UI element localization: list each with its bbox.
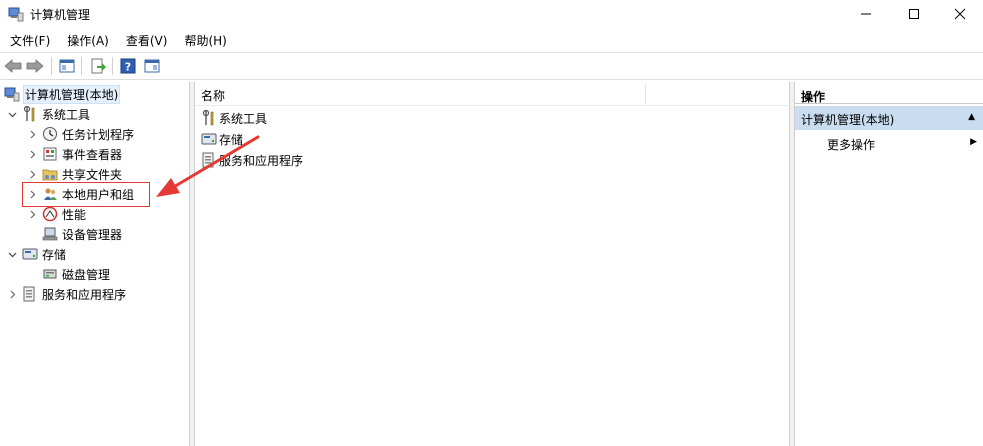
- tree-item-label: 存储: [42, 247, 67, 262]
- actions-header-label: 操作: [801, 90, 826, 104]
- close-icon: [954, 8, 966, 20]
- menu-action[interactable]: 操作(A): [57, 30, 116, 50]
- tools-icon: [202, 110, 214, 126]
- minimize-icon: [861, 13, 871, 15]
- tree-item-services-apps[interactable]: 服务和应用程序: [6, 284, 126, 304]
- actions-section-root[interactable]: 计算机管理(本地) ▲: [795, 106, 983, 130]
- toolbar: ?: [0, 52, 983, 80]
- toolbar-separator: [112, 57, 113, 75]
- annotation-highlight-box: [22, 182, 150, 207]
- title-bar: 计算机管理: [0, 0, 983, 28]
- computer-management-icon: [8, 7, 24, 22]
- more-actions-item[interactable]: 更多操作 ▶: [827, 134, 983, 154]
- chevron-right-icon[interactable]: [6, 284, 18, 304]
- action-pane-icon: [144, 59, 160, 73]
- actions-pane: 操作 计算机管理(本地) ▲ 更多操作 ▶: [794, 82, 983, 446]
- tree-item-system-tools[interactable]: 系统工具: [6, 104, 90, 124]
- disk-icon: [43, 269, 57, 279]
- tree-item-label: 共享文件夹: [62, 167, 123, 182]
- tree-item-event-viewer[interactable]: 事件查看器: [26, 144, 122, 164]
- column-header-name[interactable]: 名称: [195, 82, 791, 106]
- chevron-right-icon[interactable]: [26, 144, 38, 164]
- export-list-icon: [91, 58, 106, 74]
- back-arrow-icon: [4, 59, 22, 73]
- list-item[interactable]: 服务和应用程序: [201, 150, 303, 170]
- tree-item-device-manager[interactable]: 设备管理器: [26, 224, 122, 244]
- performance-icon: [42, 206, 58, 222]
- clock-icon: [43, 127, 57, 141]
- chevron-right-icon[interactable]: [26, 124, 38, 144]
- chevron-down-icon[interactable]: [6, 244, 18, 264]
- close-button[interactable]: [937, 0, 983, 28]
- help-icon: ?: [120, 58, 136, 74]
- list-item[interactable]: 系统工具: [201, 108, 267, 128]
- tree-item-label: 系统工具: [42, 107, 91, 122]
- storage-icon: [201, 133, 217, 145]
- actions-header: 操作: [795, 84, 983, 104]
- forward-button[interactable]: [25, 56, 45, 76]
- menu-bar: 文件(F) 操作(A) 查看(V) 帮助(H): [0, 30, 983, 50]
- tree-item-task-scheduler[interactable]: 任务计划程序: [26, 124, 134, 144]
- tree-item-storage[interactable]: 存储: [6, 244, 66, 264]
- column-divider[interactable]: [645, 84, 646, 104]
- storage-icon: [22, 248, 38, 260]
- computer-management-icon: [4, 87, 20, 102]
- tree-item-label: 性能: [62, 207, 87, 222]
- tree-item-label: 事件查看器: [62, 147, 123, 162]
- minimize-button[interactable]: [843, 0, 889, 28]
- list-item-label: 存储: [219, 132, 244, 147]
- show-hide-tree-button[interactable]: [57, 56, 77, 76]
- services-icon: [23, 286, 35, 302]
- console-tree-pane: 计算机管理(本地) 系统工具 任务计划程序 事件查看器 共享文件夹 本地用户和组…: [0, 82, 190, 446]
- maximize-icon: [909, 9, 919, 19]
- maximize-button[interactable]: [891, 0, 937, 28]
- tree-item-label: 设备管理器: [62, 227, 123, 242]
- tree-item-label: 计算机管理(本地): [22, 84, 121, 104]
- list-item[interactable]: 存储: [201, 129, 243, 149]
- tree-item-label: 磁盘管理: [62, 267, 111, 282]
- back-button[interactable]: [3, 56, 23, 76]
- chevron-right-icon[interactable]: [26, 204, 38, 224]
- toolbar-separator: [51, 57, 52, 75]
- tree-item-performance[interactable]: 性能: [26, 204, 86, 224]
- list-item-label: 服务和应用程序: [219, 153, 304, 168]
- help-button[interactable]: ?: [118, 56, 138, 76]
- console-tree-icon: [59, 59, 75, 73]
- show-hide-action-pane-button[interactable]: [142, 56, 162, 76]
- menu-help[interactable]: 帮助(H): [174, 30, 233, 50]
- tree-item-label: 服务和应用程序: [42, 287, 127, 302]
- chevron-down-icon[interactable]: [6, 104, 18, 124]
- export-list-button[interactable]: [88, 56, 108, 76]
- submenu-arrow-icon: ▶: [970, 137, 977, 147]
- services-icon: [202, 152, 214, 168]
- tree-item-root[interactable]: 计算机管理(本地): [4, 84, 121, 104]
- menu-file[interactable]: 文件(F): [0, 30, 57, 50]
- toolbar-separator: [81, 57, 82, 75]
- column-header-label: 名称: [201, 89, 226, 103]
- window-title: 计算机管理: [30, 8, 91, 22]
- menu-view[interactable]: 查看(V): [116, 30, 175, 50]
- more-actions-label: 更多操作: [827, 138, 876, 152]
- tools-icon: [23, 106, 35, 122]
- svg-text:?: ?: [125, 61, 131, 74]
- actions-section-label: 计算机管理(本地): [801, 113, 895, 127]
- tree-item-disk-management[interactable]: 磁盘管理: [26, 264, 110, 284]
- event-viewer-icon: [43, 147, 57, 161]
- chevron-right-icon[interactable]: [26, 164, 38, 184]
- tree-item-shared-folders[interactable]: 共享文件夹: [26, 164, 122, 184]
- list-item-label: 系统工具: [219, 111, 268, 126]
- results-pane: 名称 系统工具 存储 服务和应用程序: [194, 82, 791, 446]
- device-manager-icon: [42, 227, 58, 241]
- forward-arrow-icon: [26, 59, 44, 73]
- collapse-up-icon[interactable]: ▲: [968, 112, 975, 122]
- tree-item-label: 任务计划程序: [62, 127, 135, 142]
- shared-folder-icon: [42, 169, 58, 181]
